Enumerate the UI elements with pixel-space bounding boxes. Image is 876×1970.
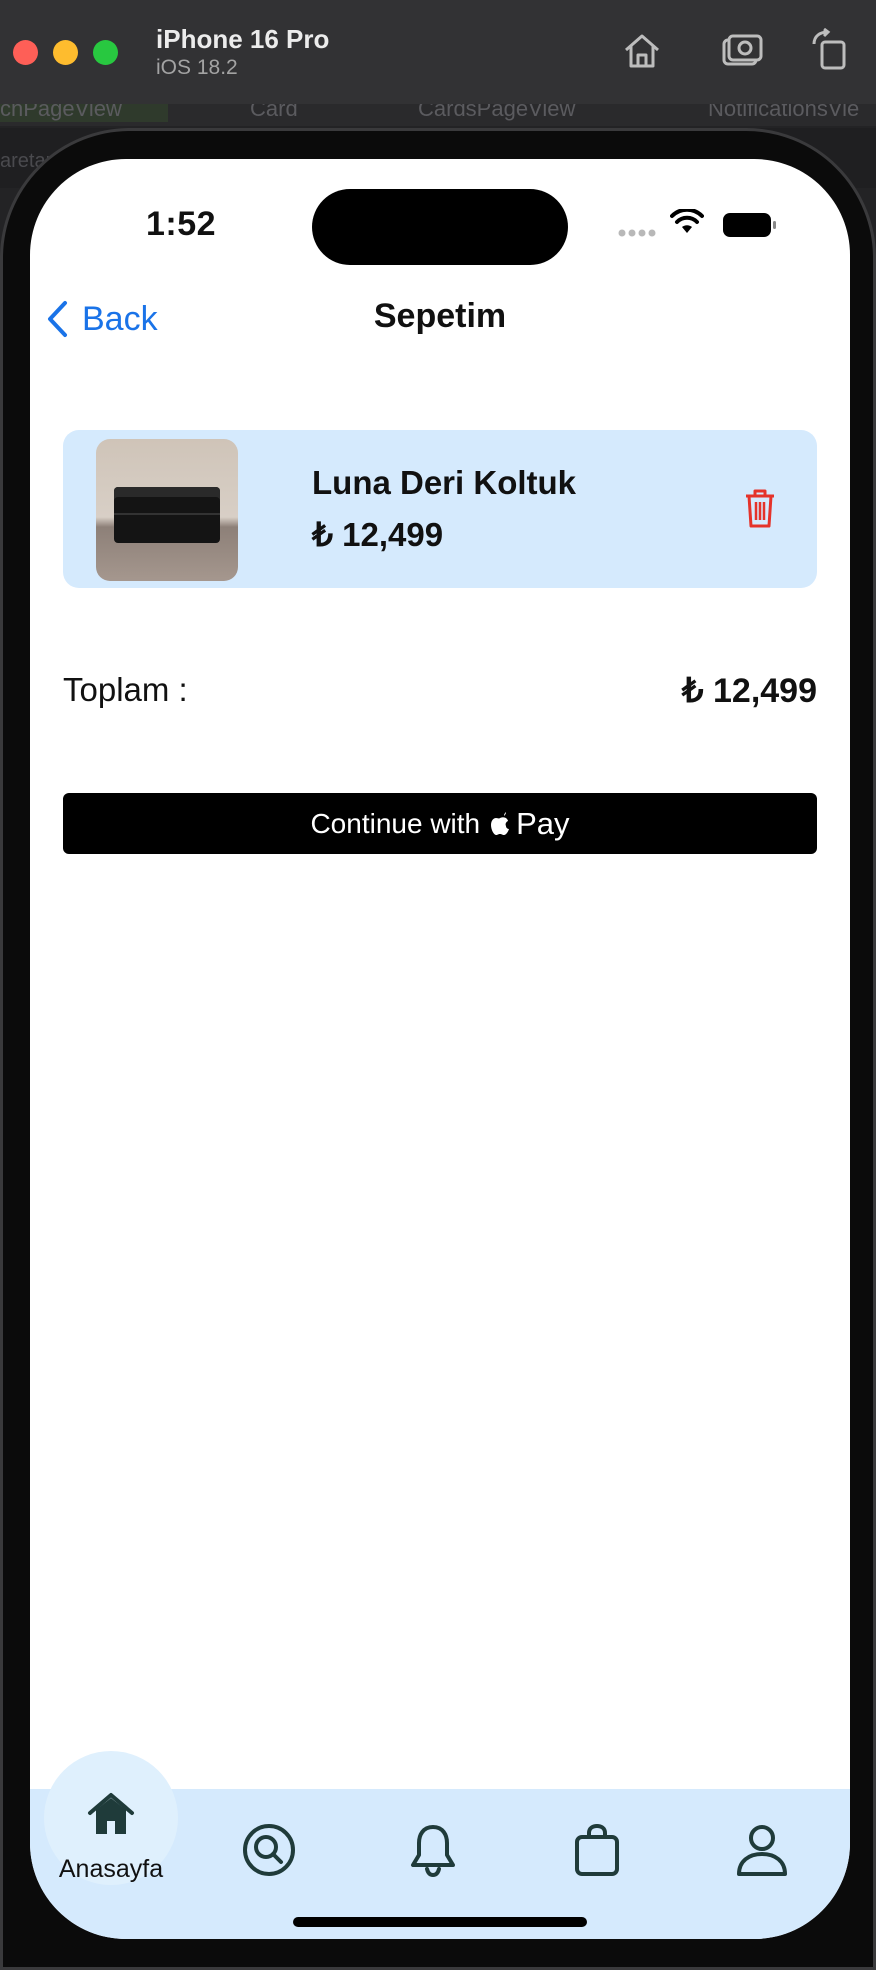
close-window-button[interactable] xyxy=(13,40,38,65)
home-indicator[interactable] xyxy=(293,1917,587,1927)
apple-pay-button[interactable]: Continue with Pay xyxy=(63,793,817,854)
home-button-icon[interactable] xyxy=(620,28,664,72)
minimize-window-button[interactable] xyxy=(53,40,78,65)
sofa-image xyxy=(114,487,220,543)
page-title: Sepetim xyxy=(373,297,507,335)
product-price: ₺ 12,499 xyxy=(312,516,444,553)
zoom-window-button[interactable] xyxy=(93,40,118,65)
iphone-screen: 1:52 Back Sepetim Luna Deri Koltuk ₺ 12,… xyxy=(30,159,850,1939)
dynamic-island xyxy=(312,189,568,265)
simulator-titlebar: iPhone 16 Pro iOS 18.2 xyxy=(0,0,876,105)
total-value: ₺ 12,499 xyxy=(681,672,817,710)
apple-logo-icon xyxy=(491,811,510,835)
editor-tab[interactable]: chPageView xyxy=(0,104,168,122)
trash-icon[interactable] xyxy=(743,487,777,529)
screenshot-icon[interactable] xyxy=(720,28,764,72)
battery-icon xyxy=(723,213,776,237)
tab-home-label: Anasayfa xyxy=(58,1855,164,1883)
bell-icon xyxy=(411,1825,455,1878)
total-label: Toplam : xyxy=(63,671,188,708)
pay-button-prefix: Continue with xyxy=(310,807,481,839)
editor-tab[interactable]: CardsPageView xyxy=(418,104,575,122)
cart-item[interactable]: Luna Deri Koltuk ₺ 12,499 xyxy=(63,430,817,588)
status-time: 1:52 xyxy=(146,205,217,243)
home-icon xyxy=(88,1793,134,1834)
product-name: Luna Deri Koltuk xyxy=(312,464,577,501)
pay-button-suffix: Pay xyxy=(516,805,570,841)
tab-home[interactable]: Anasayfa xyxy=(44,1751,178,1885)
editor-tab-strip: chPageView Card CardsPageView Notificati… xyxy=(0,104,876,126)
editor-tab[interactable]: Card xyxy=(250,104,298,122)
bag-icon xyxy=(575,1823,619,1876)
product-image xyxy=(96,439,238,581)
user-icon xyxy=(737,1825,787,1876)
tab-cart[interactable] xyxy=(572,1823,692,1939)
wifi-icon xyxy=(670,209,704,233)
search-icon xyxy=(243,1824,295,1876)
cellular-signal-icon xyxy=(618,229,656,237)
os-version: iOS 18.2 xyxy=(156,56,238,79)
editor-tab[interactable]: NotificationsVie xyxy=(708,104,859,122)
device-name: iPhone 16 Pro xyxy=(156,24,330,54)
tab-profile[interactable] xyxy=(736,1823,850,1939)
rotate-icon[interactable] xyxy=(810,28,854,72)
